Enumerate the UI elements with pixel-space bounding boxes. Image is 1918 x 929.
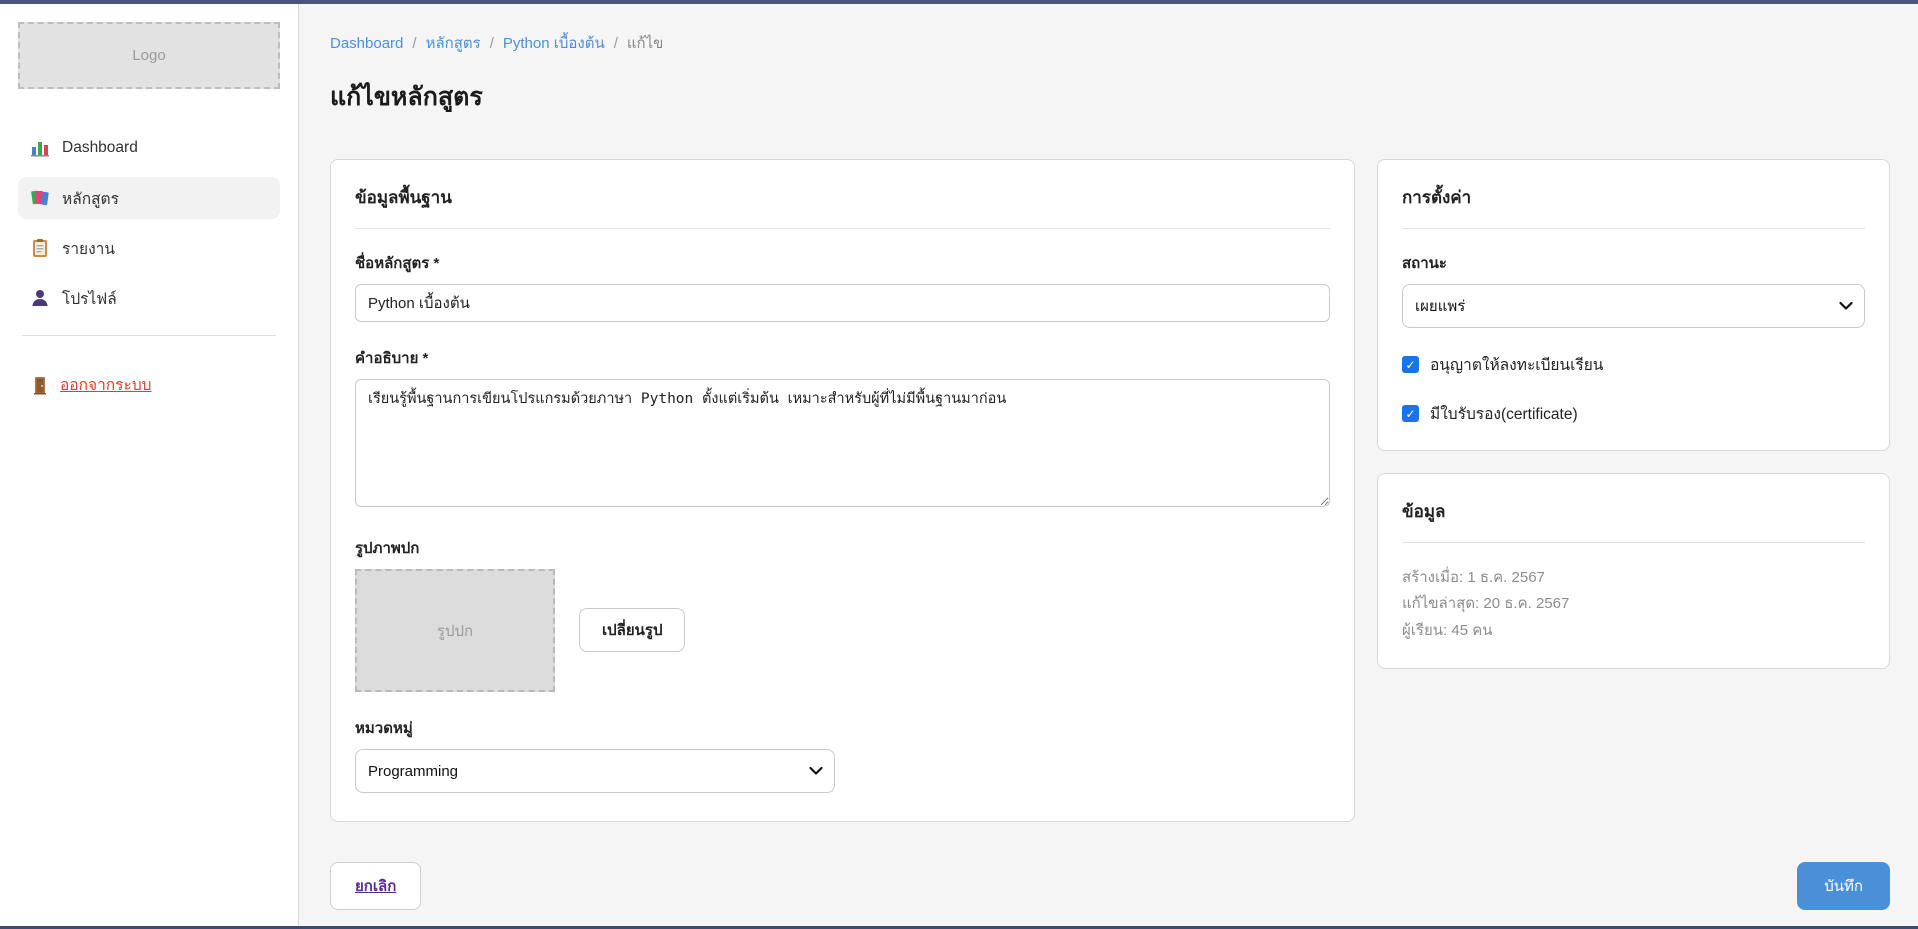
description-field-group: คำอธิบาย * เรียนรู้พื้นฐานการเขียนโปรแกร… xyxy=(355,346,1330,512)
sidebar-item-courses[interactable]: หลักสูตร xyxy=(18,177,280,219)
sidebar-item-label: รายงาน xyxy=(62,236,115,261)
sidebar-item-reports[interactable]: รายงาน xyxy=(18,227,280,269)
page-title: แก้ไขหลักสูตร xyxy=(330,77,1890,117)
clipboard-icon xyxy=(30,238,50,258)
basic-info-title: ข้อมูลพื้นฐาน xyxy=(355,184,1330,211)
course-name-input[interactable] xyxy=(355,284,1330,322)
status-label: สถานะ xyxy=(1402,251,1865,275)
books-icon xyxy=(30,188,50,208)
allow-enrollment-row[interactable]: อนุญาตให้ลงทะเบียนเรียน xyxy=(1402,352,1865,377)
cover-row: รูปปก เปลี่ยนรูป xyxy=(355,569,1330,692)
logout-label: ออกจากระบบ xyxy=(60,372,152,397)
cover-label: รูปภาพปก xyxy=(355,536,1330,560)
logout-link[interactable]: ออกจากระบบ xyxy=(18,372,280,397)
breadcrumb: Dashboard / หลักสูตร / Python เบื้องต้น … xyxy=(330,31,1890,55)
breadcrumb-dashboard[interactable]: Dashboard xyxy=(330,35,403,52)
sidebar-item-label: โปรไฟล์ xyxy=(62,286,117,311)
settings-title: การตั้งค่า xyxy=(1402,184,1865,211)
card-divider xyxy=(1402,542,1865,543)
course-name-field-group: ชื่อหลักสูตร * xyxy=(355,251,1330,322)
last-edited-text: แก้ไขล่าสุด: 20 ธ.ค. 2567 xyxy=(1402,591,1865,617)
card-divider xyxy=(1402,228,1865,229)
checkbox-checked-icon[interactable] xyxy=(1402,356,1419,373)
breadcrumb-course-name[interactable]: Python เบื้องต้น xyxy=(503,31,605,55)
info-card: ข้อมูล สร้างเมื่อ: 1 ธ.ค. 2567 แก้ไขล่าส… xyxy=(1377,473,1890,669)
info-title: ข้อมูล xyxy=(1402,498,1865,525)
sidebar-item-dashboard[interactable]: Dashboard xyxy=(18,127,280,169)
status-select[interactable]: เผยแพร่ xyxy=(1402,284,1865,328)
description-label: คำอธิบาย * xyxy=(355,346,1330,370)
category-select[interactable]: Programming xyxy=(355,749,835,793)
breadcrumb-separator: / xyxy=(490,35,494,52)
breadcrumb-courses[interactable]: หลักสูตร xyxy=(426,31,481,55)
bar-chart-icon xyxy=(30,138,50,158)
course-name-label: ชื่อหลักสูตร * xyxy=(355,251,1330,275)
cover-image-placeholder: รูปปก xyxy=(355,569,555,692)
certificate-label: มีใบรับรอง(certificate) xyxy=(1430,401,1578,426)
actions-row: ยกเลิก บันทึก xyxy=(330,862,1890,910)
basic-info-card: ข้อมูลพื้นฐาน ชื่อหลักสูตร * คำอธิบาย * … xyxy=(330,159,1355,822)
content-row: ข้อมูลพื้นฐาน ชื่อหลักสูตร * คำอธิบาย * … xyxy=(330,159,1890,822)
door-icon xyxy=(30,375,50,395)
card-divider xyxy=(355,228,1330,229)
page: Logo Dashboard หลักสูตร รายงาน xyxy=(0,0,1918,929)
category-field-group: หมวดหมู่ Programming xyxy=(355,716,1330,793)
cover-field-group: รูปภาพปก รูปปก เปลี่ยนรูป xyxy=(355,536,1330,692)
status-select-wrap: เผยแพร่ xyxy=(1402,284,1865,328)
breadcrumb-separator: / xyxy=(614,35,618,52)
category-label: หมวดหมู่ xyxy=(355,716,1330,740)
person-icon xyxy=(30,288,50,308)
layout: Logo Dashboard หลักสูตร รายงาน xyxy=(0,4,1918,926)
sidebar: Logo Dashboard หลักสูตร รายงาน xyxy=(0,4,299,926)
allow-enrollment-label: อนุญาตให้ลงทะเบียนเรียน xyxy=(1430,352,1603,377)
created-date-text: สร้างเมื่อ: 1 ธ.ค. 2567 xyxy=(1402,565,1865,591)
learner-count-text: ผู้เรียน: 45 คน xyxy=(1402,618,1865,644)
cancel-button[interactable]: ยกเลิก xyxy=(330,862,421,910)
logo: Logo xyxy=(18,22,280,89)
checkbox-checked-icon[interactable] xyxy=(1402,405,1419,422)
sidebar-divider xyxy=(22,335,276,336)
settings-card: การตั้งค่า สถานะ เผยแพร่ xyxy=(1377,159,1890,451)
sidebar-item-profile[interactable]: โปรไฟล์ xyxy=(18,277,280,319)
sidebar-item-label: หลักสูตร xyxy=(62,186,119,211)
main-content: Dashboard / หลักสูตร / Python เบื้องต้น … xyxy=(299,4,1918,926)
cover-placeholder-text: รูปปก xyxy=(437,619,473,643)
save-button[interactable]: บันทึก xyxy=(1797,862,1890,910)
category-select-wrap: Programming xyxy=(355,749,835,793)
certificate-row[interactable]: มีใบรับรอง(certificate) xyxy=(1402,401,1865,426)
breadcrumb-current: แก้ไข xyxy=(627,31,664,55)
description-textarea[interactable]: เรียนรู้พื้นฐานการเขียนโปรแกรมด้วยภาษา P… xyxy=(355,379,1330,507)
sidebar-item-label: Dashboard xyxy=(62,139,138,157)
breadcrumb-separator: / xyxy=(412,35,416,52)
logo-text: Logo xyxy=(132,47,165,64)
change-image-button[interactable]: เปลี่ยนรูป xyxy=(579,608,685,652)
right-column: การตั้งค่า สถานะ เผยแพร่ xyxy=(1377,159,1890,669)
